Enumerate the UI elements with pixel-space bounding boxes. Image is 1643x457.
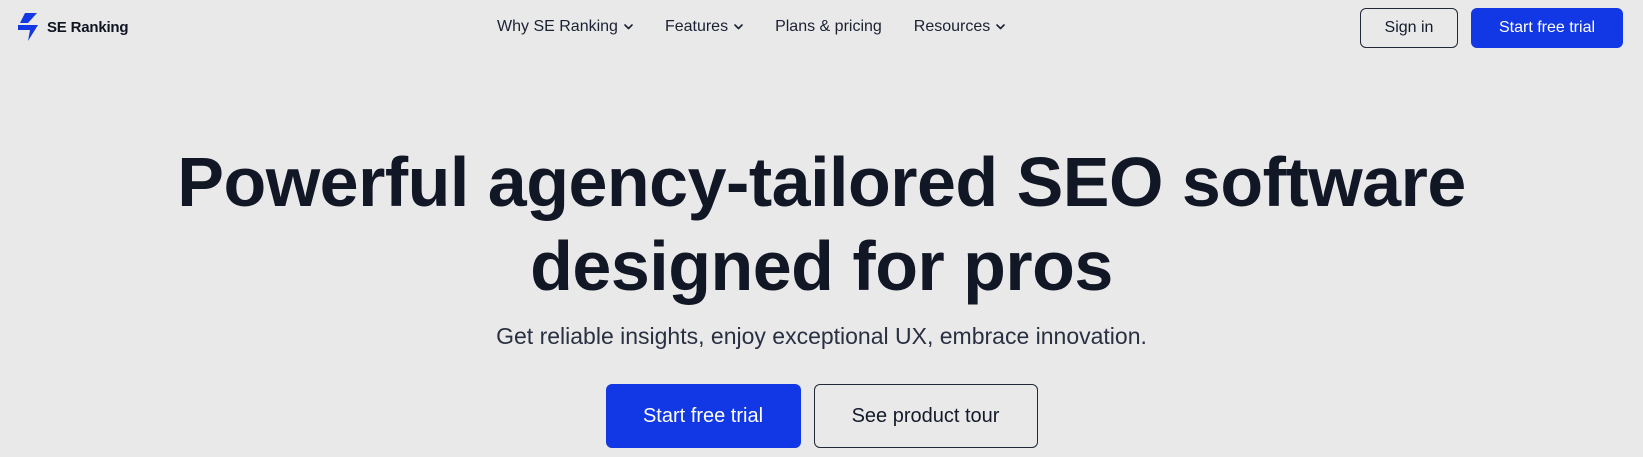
hero-cta-group: Start free trial See product tour [0, 384, 1643, 448]
nav-item-features[interactable]: Features [665, 18, 743, 36]
chevron-down-icon [734, 24, 743, 30]
header-start-trial-button[interactable]: Start free trial [1471, 8, 1623, 48]
nav-item-plans-pricing[interactable]: Plans & pricing [775, 18, 882, 36]
brand-name: SE Ranking [47, 18, 129, 36]
nav-item-why-se-ranking[interactable]: Why SE Ranking [497, 18, 633, 36]
hero-title-line-2: designed for pros [530, 227, 1113, 305]
nav-item-label: Features [664, 18, 729, 35]
hero-title: Powerful agency-tailored SEO software de… [0, 140, 1643, 308]
site-header: SE Ranking Why SE Ranking Features Plans… [0, 0, 1643, 54]
product-tour-button[interactable]: See product tour [813, 384, 1038, 448]
bolt-logo-icon [18, 13, 38, 41]
chevron-down-icon [624, 24, 633, 30]
nav-item-label: Plans & pricing [775, 18, 882, 35]
nav-item-label: Why SE Ranking [497, 18, 618, 35]
chevron-down-icon [996, 24, 1006, 30]
nav-item-label: Resources [913, 18, 991, 35]
hero-title-line-1: Powerful agency-tailored SEO software [177, 143, 1466, 221]
hero-start-trial-button[interactable]: Start free trial [605, 384, 801, 448]
main-nav: Why SE Ranking Features Plans & pricing … [497, 0, 1006, 54]
nav-item-resources[interactable]: Resources [913, 18, 1006, 36]
sign-in-button[interactable]: Sign in [1360, 8, 1458, 48]
brand-logo[interactable]: SE Ranking [16, 12, 129, 42]
hero-subtitle: Get reliable insights, enjoy exceptional… [496, 323, 1147, 349]
